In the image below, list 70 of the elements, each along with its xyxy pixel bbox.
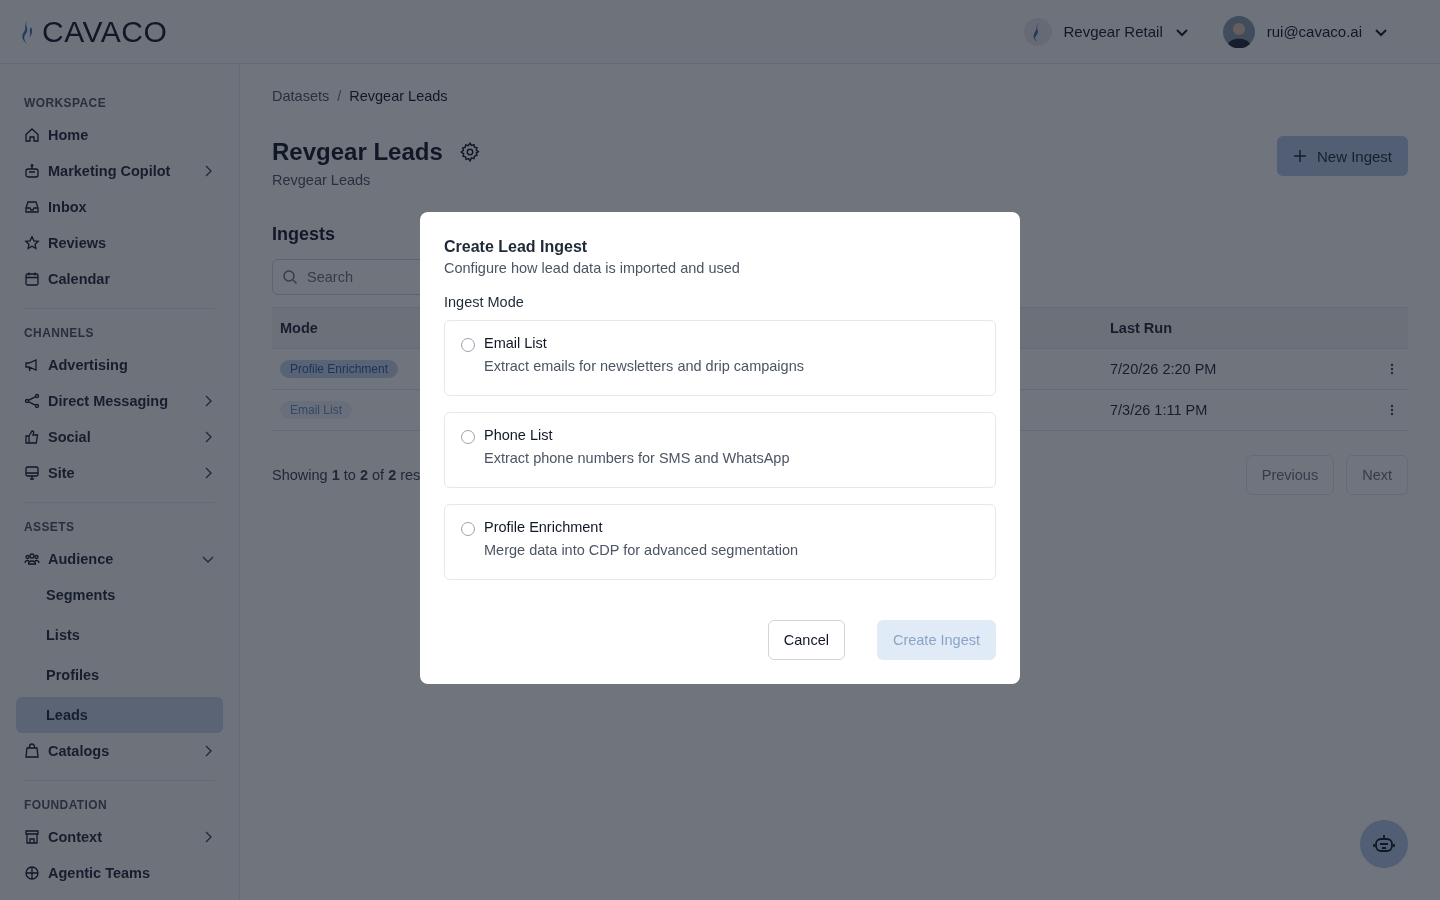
page-title: Revgear Leads	[272, 137, 443, 167]
cancel-button[interactable]: Cancel	[767, 620, 845, 660]
people-icon	[24, 551, 40, 567]
table-cell-text: 7/3/26 1:11 PM	[1109, 402, 1209, 418]
star-icon	[24, 235, 40, 251]
thumbs-up-icon	[24, 429, 40, 445]
column-header: Last Run	[1109, 320, 1174, 336]
nav-item[interactable]: Site	[16, 455, 223, 491]
option-description: Extract emails for newsletters and drip campaigns	[484, 358, 804, 374]
workspace-switcher[interactable]: Revgear Retail	[1023, 17, 1189, 46]
nav-item[interactable]: Segments	[16, 577, 223, 613]
column-header: Mode	[279, 320, 319, 336]
mode-badge: Profile Enrichment	[280, 360, 399, 378]
home-icon	[24, 127, 40, 143]
option-card[interactable]: Phone List Extract phone numbers for SMS and WhatsApp	[444, 412, 996, 488]
nav-item[interactable]: Lists	[16, 617, 223, 653]
field-label: Ingest Mode	[444, 294, 525, 310]
globe-icon	[24, 865, 40, 881]
share-icon	[24, 393, 40, 409]
results-summary: Showing 1 to 2 of 2 res	[272, 467, 421, 483]
settings-icon[interactable]	[458, 141, 481, 163]
page-subtitle: Revgear Leads	[272, 172, 372, 188]
dialog-description: Configure how lead data is imported and used	[444, 260, 741, 276]
option-card[interactable]: Profile Enrichment Merge data into CDP for advanced segmentation	[444, 504, 996, 580]
inbox-icon	[24, 199, 40, 215]
section-label: ASSETS	[23, 519, 76, 536]
logo-text: CAVACO	[42, 14, 168, 49]
store-icon	[24, 829, 40, 845]
option-description: Merge data into CDP for advanced segmentation	[484, 542, 799, 558]
nav-item[interactable]: Catalogs	[16, 733, 223, 769]
nav-item[interactable]: Leads	[16, 697, 223, 733]
nav-item[interactable]: Calendar	[16, 261, 223, 297]
nav-item[interactable]: Profiles	[16, 657, 223, 693]
nav-item[interactable]: Inbox	[16, 189, 223, 225]
calendar-icon	[24, 271, 40, 287]
dialog-title: Create Lead Ingest	[444, 238, 589, 256]
breadcrumb-link[interactable]: Datasets	[272, 88, 330, 104]
avatar-icon	[1222, 15, 1255, 48]
new-ingest-button[interactable]: New Ingest	[1276, 136, 1408, 176]
option-label: Phone List	[484, 427, 554, 443]
nav-item[interactable]: Social	[16, 419, 223, 455]
nav-item[interactable]: Audience	[16, 541, 223, 577]
more-icon[interactable]	[1390, 363, 1394, 375]
flame-logo-icon	[1023, 17, 1052, 46]
table-cell-text: 7/20/26 2:20 PM	[1109, 361, 1218, 377]
user-menu[interactable]: rui@cavaco.ai	[1222, 15, 1388, 48]
nav-item[interactable]: Home	[16, 117, 223, 153]
nav-item[interactable]: Advertising	[16, 347, 223, 383]
section-heading: Ingests	[272, 224, 337, 245]
plus-icon	[1292, 149, 1307, 163]
nav-item[interactable]: Context	[16, 819, 223, 855]
search-icon	[282, 269, 298, 285]
option-label: Profile Enrichment	[484, 519, 604, 535]
section-label: WORKSPACE	[23, 95, 108, 112]
megaphone-icon	[24, 357, 40, 373]
option-card[interactable]: Email List Extract emails for newsletters and drip campaigns	[444, 320, 996, 396]
option-label: Email List	[484, 335, 548, 351]
more-icon[interactable]	[1390, 404, 1394, 416]
nav-item[interactable]: Agentic Teams	[16, 855, 223, 891]
section-label: CHANNELS	[23, 325, 95, 342]
robot-icon	[24, 163, 40, 179]
breadcrumb-link[interactable]: Revgear Leads	[349, 88, 448, 104]
nav-item[interactable]: Marketing Copilot	[16, 153, 223, 189]
nav-item[interactable]: Reviews	[16, 225, 223, 261]
breadcrumb-separator: /	[337, 88, 342, 104]
option-description: Extract phone numbers for SMS and WhatsApp	[484, 450, 790, 466]
nav-item[interactable]: Direct Messaging	[16, 383, 223, 419]
section-label: FOUNDATION	[23, 797, 109, 814]
monitor-icon	[24, 465, 40, 481]
bag-icon	[24, 743, 40, 759]
